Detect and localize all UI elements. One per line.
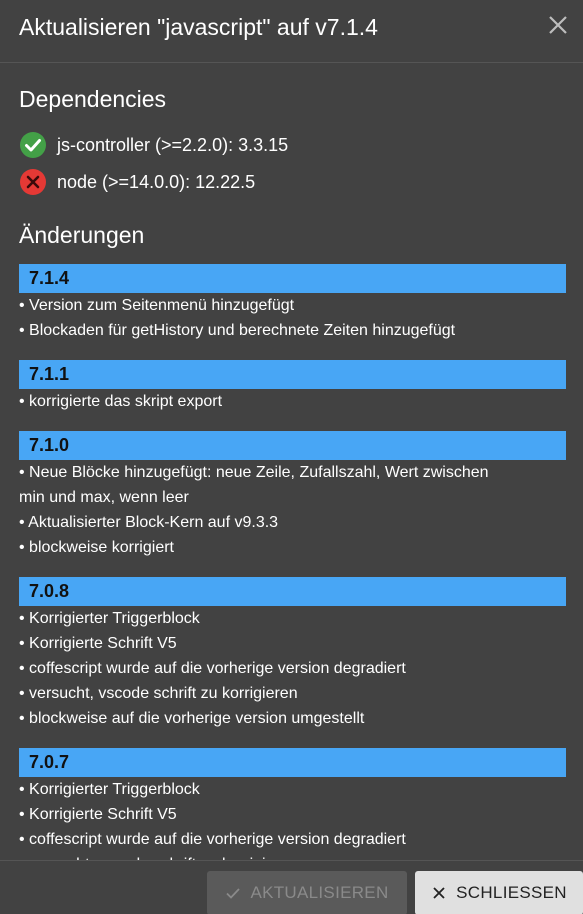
- update-button[interactable]: AKTUALISIEREN: [207, 871, 407, 914]
- change-line: • korrigierte das skript export: [19, 393, 223, 410]
- change-line: • versucht, vscode schrift zu korrigiere…: [19, 852, 566, 860]
- change-line: • blockweise korrigiert: [19, 539, 174, 556]
- change-line: • Version zum Seitenmenü hinzugefügt: [19, 297, 295, 314]
- close-button[interactable]: SCHLIESSEN: [415, 871, 583, 914]
- dialog-header: Aktualisieren "javascript" auf v7.1.4: [0, 0, 583, 63]
- dependency-label: node (>=14.0.0): 12.22.5: [57, 171, 256, 192]
- check-circle-icon: [19, 131, 47, 159]
- change-line: min und max, wenn leer: [19, 489, 189, 506]
- update-button-label: AKTUALISIEREN: [250, 883, 389, 902]
- close-button-label: SCHLIESSEN: [456, 883, 567, 902]
- dependencies-heading: Dependencies: [19, 86, 167, 112]
- version-header: 7.0.7: [19, 748, 566, 777]
- error-circle-icon: [19, 168, 47, 196]
- change-line: • blockweise auf die vorherige version u…: [19, 710, 365, 727]
- version-header: 7.1.4: [19, 264, 566, 293]
- dependency-label: js-controller (>=2.2.0): 3.3.15: [57, 134, 289, 155]
- check-icon: [225, 885, 250, 901]
- close-icon[interactable]: [545, 12, 571, 38]
- change-line: • Korrigierter Triggerblock: [19, 610, 200, 627]
- dependency-item: js-controller (>=2.2.0): 3.3.15: [19, 131, 288, 159]
- change-line: • Blockaden für getHistory und berechnet…: [19, 322, 456, 339]
- change-line: • Korrigierte Schrift V5: [19, 635, 177, 652]
- dialog-content[interactable]: Dependencies js-controller (>=2.2.0): 3.…: [0, 64, 583, 860]
- change-line: • coffescript wurde auf die vorherige ve…: [19, 831, 406, 848]
- version-header: 7.1.1: [19, 360, 566, 389]
- change-line: • Korrigierter Triggerblock: [19, 781, 200, 798]
- change-line: • Korrigierte Schrift V5: [19, 806, 177, 823]
- change-line: • coffescript wurde auf die vorherige ve…: [19, 660, 406, 677]
- changes-heading: Änderungen: [19, 222, 145, 248]
- change-line: • versucht, vscode schrift zu korrigiere…: [19, 685, 298, 702]
- close-icon: [431, 885, 456, 901]
- dialog-title: Aktualisieren "javascript" auf v7.1.4: [19, 14, 378, 40]
- change-line: • Neue Blöcke hinzugefügt: neue Zeile, Z…: [19, 464, 489, 481]
- change-line: • Aktualisierter Block-Kern auf v9.3.3: [19, 514, 279, 531]
- update-dialog: Aktualisieren "javascript" auf v7.1.4 De…: [0, 0, 583, 914]
- version-header: 7.1.0: [19, 431, 566, 460]
- dependency-item: node (>=14.0.0): 12.22.5: [19, 168, 255, 196]
- dialog-footer: AKTUALISIEREN SCHLIESSEN: [0, 860, 583, 914]
- version-header: 7.0.8: [19, 577, 566, 606]
